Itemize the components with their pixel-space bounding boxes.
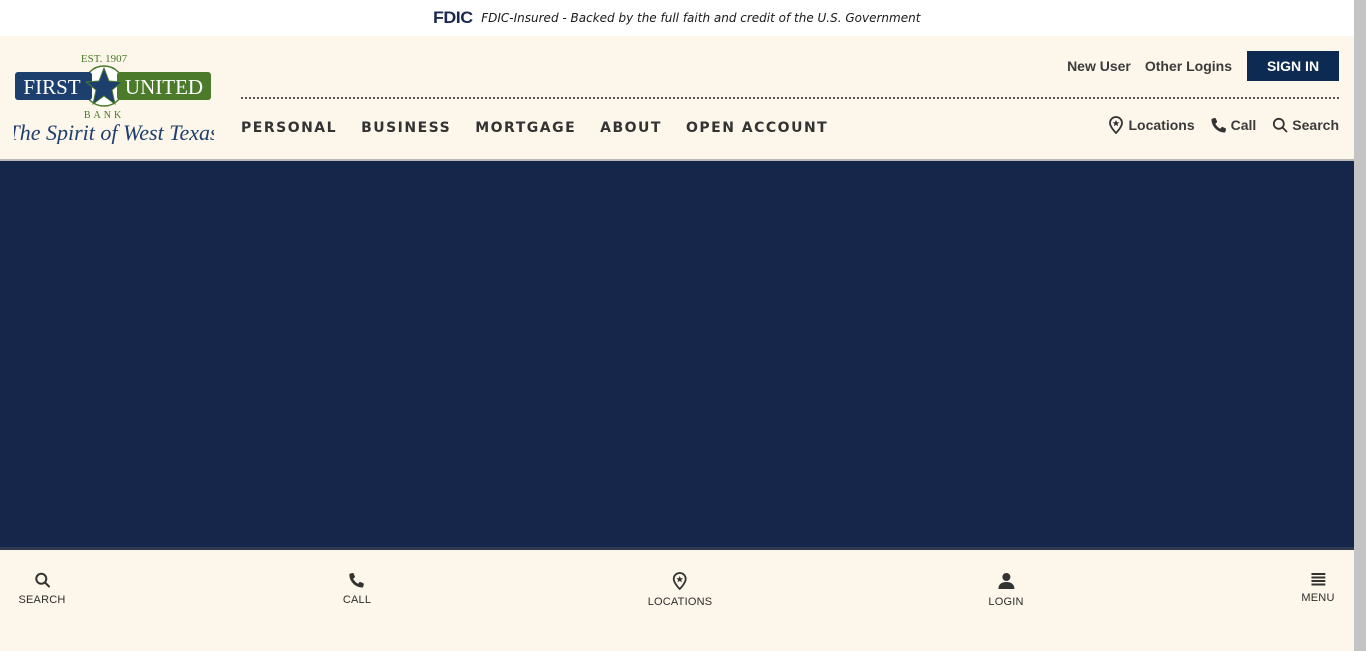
map-pin-icon [1109, 116, 1124, 134]
bottom-menu-button[interactable]: MENU [1301, 572, 1334, 604]
mobile-bottom-bar: SEARCH CALL LOCATIONS LOGIN MENU [0, 550, 1354, 649]
fdic-logo: FDIC [432, 8, 473, 27]
phone-icon [349, 572, 365, 588]
bottom-login-label: LOGIN [988, 596, 1024, 608]
logo-first-text: FIRST [23, 75, 80, 99]
locations-label: Locations [1128, 117, 1195, 133]
site-header: EST. 1907 FIRST UNITED BANK The Spirit o… [0, 36, 1354, 161]
hero-banner [0, 161, 1354, 550]
locations-link[interactable]: Locations [1108, 116, 1195, 134]
search-icon [34, 572, 50, 588]
bottom-locations-label: LOCATIONS [647, 596, 713, 608]
nav-open-account[interactable]: OPEN ACCOUNT [686, 120, 828, 136]
logo-united-text: UNITED [125, 75, 203, 99]
nav-mortgage[interactable]: MORTGAGE [475, 120, 576, 136]
search-link[interactable]: Search [1272, 117, 1339, 133]
header-divider [241, 97, 1339, 99]
sign-in-button[interactable]: SIGN IN [1247, 51, 1339, 81]
nav-personal[interactable]: PERSONAL [241, 120, 337, 136]
utility-nav: Locations Call Search [1108, 116, 1339, 134]
bottom-search-label: SEARCH [18, 594, 66, 606]
bottom-menu-label: MENU [1301, 592, 1335, 604]
bottom-locations-button[interactable]: LOCATIONS [648, 572, 713, 608]
main-nav: PERSONAL BUSINESS MORTGAGE ABOUT OPEN AC… [241, 120, 828, 136]
logo-est-text: EST. 1907 [81, 53, 128, 65]
first-united-bank-logo[interactable]: EST. 1907 FIRST UNITED BANK The Spirit o… [14, 48, 214, 144]
new-user-link[interactable]: New User [1067, 58, 1131, 74]
call-link[interactable]: Call [1211, 117, 1257, 133]
search-label: Search [1292, 117, 1339, 133]
fdic-banner: FDIC FDIC-Insured - Backed by the full f… [0, 0, 1354, 36]
phone-icon [1211, 117, 1226, 133]
search-icon [1273, 117, 1288, 133]
bottom-call-label: CALL [342, 594, 372, 606]
bottom-call-button[interactable]: CALL [343, 572, 371, 606]
logo-slogan: The Spirit of West Texas [14, 120, 214, 144]
call-label: Call [1230, 117, 1257, 133]
user-icon [997, 573, 1014, 589]
map-pin-icon [673, 572, 687, 590]
account-links: New User Other Logins SIGN IN [1067, 51, 1339, 81]
nav-about[interactable]: ABOUT [600, 120, 662, 136]
page: FDIC FDIC-Insured - Backed by the full f… [0, 0, 1354, 651]
page-scrollbar[interactable] [1354, 0, 1366, 651]
hamburger-menu-icon [1310, 573, 1325, 586]
fdic-tagline: FDIC-Insured - Backed by the full faith … [481, 11, 921, 25]
other-logins-link[interactable]: Other Logins [1145, 58, 1232, 74]
nav-business[interactable]: BUSINESS [361, 120, 451, 136]
bottom-login-button[interactable]: LOGIN [988, 572, 1023, 608]
bottom-search-button[interactable]: SEARCH [18, 572, 65, 606]
